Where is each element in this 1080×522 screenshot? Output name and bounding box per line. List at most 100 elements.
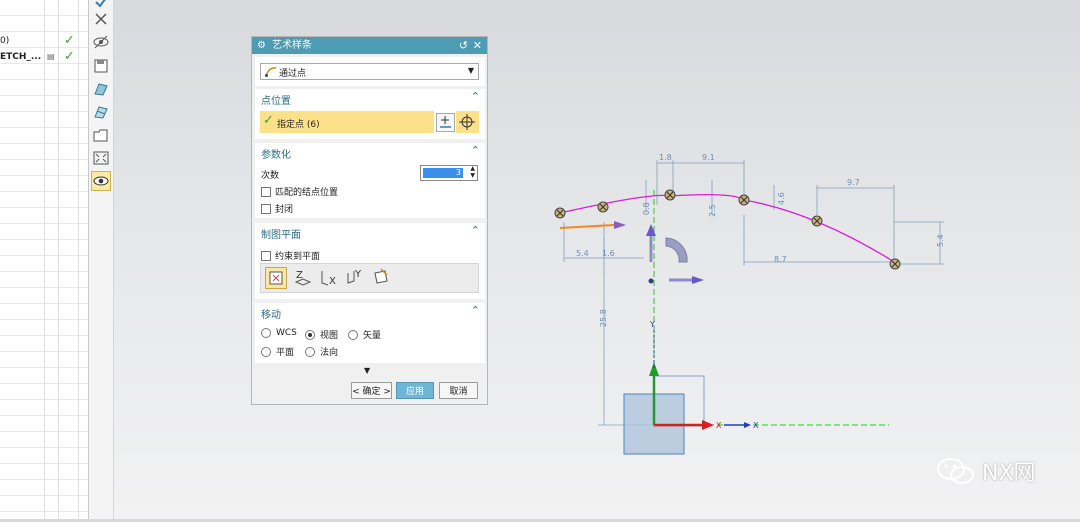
x-plane-button[interactable]: X	[319, 267, 341, 289]
dimension-label: 5.4	[576, 249, 589, 258]
y-axis-label: Y	[649, 320, 655, 329]
check-icon: ✓	[64, 49, 75, 64]
part-navigator: 0) ✓ ETCH_... ▤ ✓	[0, 0, 89, 519]
radio-label: 矢量	[363, 331, 382, 341]
dialog-title-bar[interactable]: ⚙ 艺术样条 ↺ ✕	[252, 37, 487, 54]
spline-point-marker	[811, 215, 823, 227]
view-plane-button[interactable]	[265, 267, 287, 289]
radio-circle[interactable]	[348, 329, 358, 340]
parameterization-section: 参数化 ⌃ 次数 3 ▲ ▼ 匹配的结点位置 封闭	[255, 143, 485, 218]
specify-point-row[interactable]: ✓ 指定点 (6)	[260, 111, 434, 133]
plane-options-bar: Z X Y	[260, 263, 479, 293]
move-section-header[interactable]: 移动 ⌃	[255, 303, 485, 321]
move-view-radio[interactable]: 视图	[305, 328, 338, 341]
custom-plane-button[interactable]	[371, 267, 393, 289]
x-axis-arrow-icon	[702, 420, 714, 430]
gear-icon: ⚙	[257, 40, 266, 51]
orange-drag-arrow[interactable]	[559, 221, 626, 229]
radio-circle[interactable]	[261, 328, 271, 338]
close-icon[interactable]: ✕	[473, 37, 482, 54]
parameterization-section-header[interactable]: 参数化 ⌃	[255, 143, 485, 161]
check-icon: ✓	[263, 113, 274, 128]
checkbox-box[interactable]	[261, 186, 271, 197]
move-normal-radio[interactable]: 法向	[305, 345, 338, 358]
degree-label: 次数	[261, 171, 280, 181]
watermark-text: NX网	[982, 461, 1036, 486]
checkbox-box[interactable]	[261, 203, 271, 214]
radio-circle[interactable]	[305, 346, 315, 357]
navigator-row-label: ETCH_...	[0, 52, 42, 62]
z-plane-button[interactable]: Z	[293, 267, 315, 289]
rotate-handle[interactable]	[665, 237, 688, 263]
dimension-label: 1.8	[659, 153, 672, 162]
chevron-up-icon: ⌃	[470, 90, 480, 103]
dimension-label: 4.6	[777, 192, 786, 205]
cancel-button[interactable]: 取消	[439, 382, 478, 399]
move-vector-radio[interactable]: 矢量	[348, 328, 381, 341]
section-title: 点位置	[261, 96, 291, 107]
dimension-label: 1.6	[602, 249, 615, 258]
degree-value[interactable]: 3	[423, 168, 463, 178]
dimension-label: 5.4	[936, 234, 945, 247]
point-section: 点位置 ⌃ ✓ 指定点 (6)	[255, 89, 485, 139]
y-plane-button[interactable]: Y	[345, 267, 367, 289]
specify-point-label: 指定点 (6)	[277, 120, 320, 130]
surface-edit-icon[interactable]	[91, 102, 111, 122]
hide-eye-icon[interactable]	[91, 32, 111, 52]
fit-view-icon[interactable]	[91, 148, 111, 168]
point-section-header[interactable]: 点位置 ⌃	[255, 89, 485, 107]
move-wcs-radio[interactable]: WCS	[261, 328, 297, 338]
folder-icon[interactable]	[91, 125, 111, 145]
checkbox-box[interactable]	[261, 250, 271, 261]
navigator-row[interactable]: ETCH_... ▤ ✓	[0, 49, 88, 66]
degree-spinner[interactable]: 3 ▲ ▼	[420, 165, 478, 181]
point-dialog-button[interactable]	[456, 111, 479, 133]
show-eye-icon[interactable]	[91, 171, 111, 191]
more-options-arrow-icon[interactable]: ▼	[364, 366, 370, 375]
type-select[interactable]: 通过点 ▼	[260, 63, 479, 80]
radio-label: WCS	[276, 328, 297, 338]
layer-icon: ▤	[47, 52, 55, 61]
close-x-icon[interactable]	[91, 9, 111, 29]
drawing-plane-section-header[interactable]: 制图平面 ⌃	[255, 223, 485, 241]
reset-icon[interactable]: ↺	[459, 37, 468, 54]
type-section: 通过点 ▼	[255, 57, 485, 86]
section-title: 制图平面	[261, 230, 301, 241]
match-knots-checkbox[interactable]: 匹配的结点位置	[261, 185, 338, 198]
apply-button[interactable]: 应用	[396, 382, 434, 399]
constrain-to-plane-checkbox[interactable]: 约束到平面	[261, 249, 320, 262]
spline-type-icon	[265, 66, 277, 80]
sketch-x-arrow-icon	[744, 422, 751, 428]
watermark: NX网	[936, 455, 1036, 487]
radio-label: 法向	[320, 348, 339, 358]
origin-handle[interactable]	[648, 278, 654, 284]
wechat-logo-icon	[937, 458, 974, 484]
view-move-handle-horizontal[interactable]	[669, 276, 704, 284]
radio-label: 平面	[276, 348, 295, 358]
section-title: 参数化	[261, 150, 291, 161]
closed-checkbox[interactable]: 封闭	[261, 202, 293, 215]
y-axis-arrow-icon	[649, 362, 659, 376]
save-icon[interactable]	[91, 56, 111, 76]
ok-button[interactable]: < 确定 >	[351, 382, 392, 399]
svg-text:X: X	[329, 276, 336, 287]
dimension-label: 8.7	[774, 255, 787, 264]
chevron-up-icon: ⌃	[470, 304, 480, 317]
radio-circle[interactable]	[305, 329, 315, 340]
move-plane-radio[interactable]: 平面	[261, 345, 294, 358]
spinner-arrows-icon[interactable]: ▲ ▼	[470, 165, 475, 179]
spline-point-marker	[889, 258, 901, 270]
surface-icon[interactable]	[91, 79, 111, 99]
radio-circle[interactable]	[261, 346, 271, 357]
spline-point-marker	[597, 201, 609, 213]
sketch-x-label: X	[753, 421, 759, 430]
add-point-button[interactable]	[436, 113, 455, 132]
match-knots-label: 匹配的结点位置	[275, 188, 339, 198]
dimension-label: 9.7	[847, 178, 860, 187]
navigator-row[interactable]: 0) ✓	[0, 33, 88, 50]
drawing-plane-section: 制图平面 ⌃ 约束到平面 Z X Y	[255, 223, 485, 299]
dimension-lines	[563, 160, 944, 426]
dimension-label: 25.8	[599, 309, 608, 327]
spline-point-marker	[738, 194, 750, 206]
chevron-down-icon: ▼	[467, 66, 474, 75]
